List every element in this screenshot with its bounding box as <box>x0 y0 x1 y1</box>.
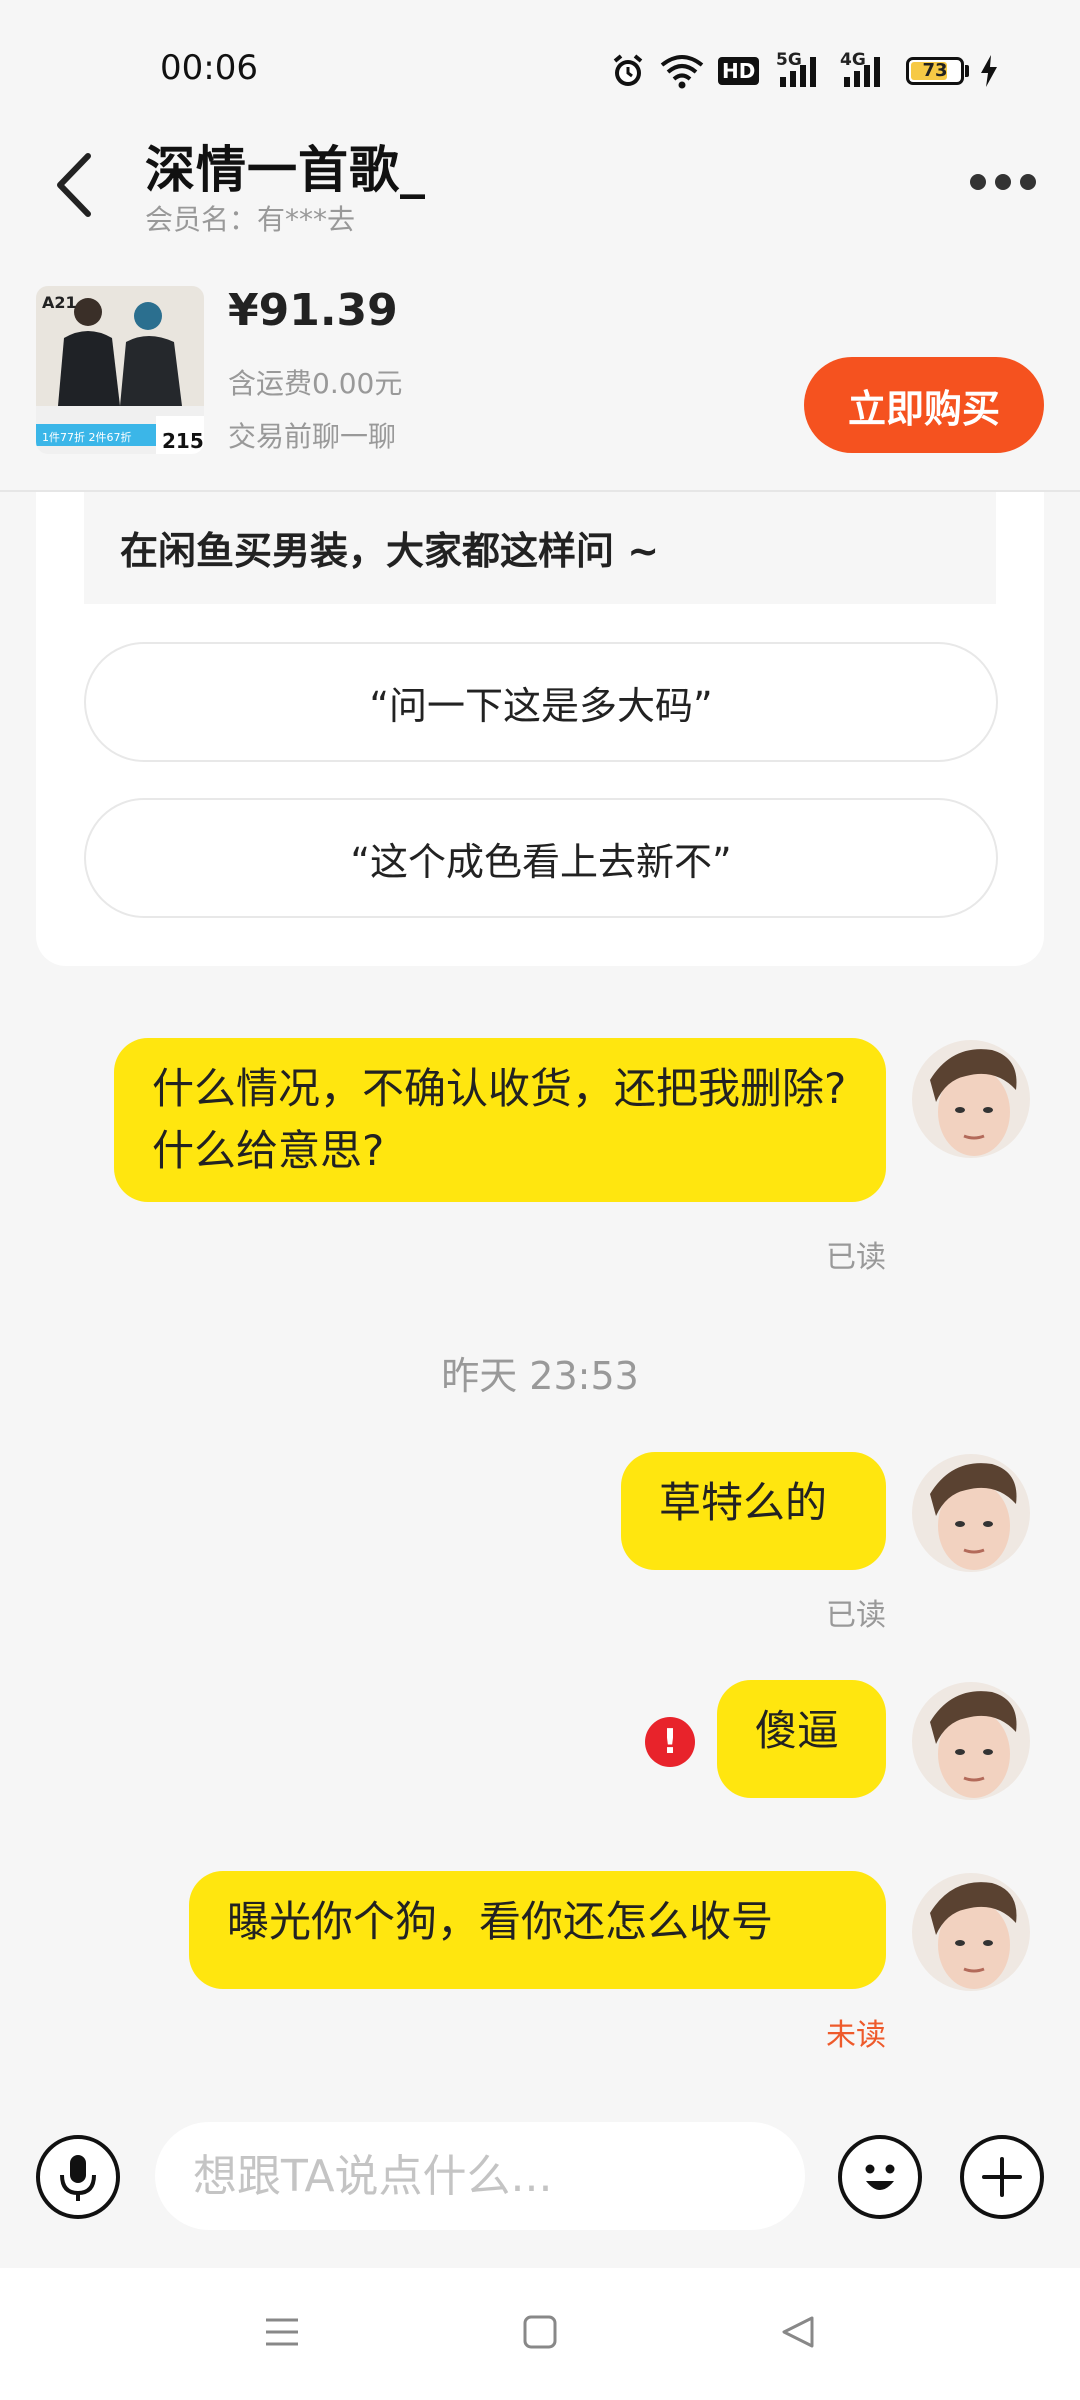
avatar[interactable] <box>912 1873 1030 1991</box>
emoji-button[interactable] <box>838 2135 922 2219</box>
back-button[interactable] <box>52 150 96 220</box>
send-failed-icon[interactable]: ! <box>645 1717 695 1767</box>
buy-now-button[interactable]: 立即购买 <box>804 357 1044 453</box>
dot-icon <box>1020 174 1036 190</box>
menu-nav-button[interactable] <box>262 2312 302 2356</box>
shipping-info: 含运费0.00元 <box>228 367 403 400</box>
back-nav-button[interactable] <box>778 2312 818 2356</box>
price-tag-text: 215 <box>162 429 204 453</box>
message-input[interactable] <box>155 2122 805 2230</box>
avatar[interactable] <box>912 1682 1030 1800</box>
product-image[interactable]: A21 1件77折 2件67折 215 <box>36 286 204 454</box>
battery-icon: 73 <box>906 52 969 90</box>
microphone-icon <box>60 2155 96 2201</box>
voice-input-button[interactable] <box>36 2135 120 2219</box>
emoji-icon <box>865 2164 895 2190</box>
wifi-icon <box>660 52 704 90</box>
message-bubble[interactable]: 什么情况，不确认收货，还把我删除?什么给意思? <box>114 1038 886 1202</box>
menu-icon <box>266 2318 298 2346</box>
system-nav-bar <box>0 2268 1080 2400</box>
message-bubble[interactable]: 傻逼 <box>717 1680 886 1798</box>
message-bubble[interactable]: 草特么的 <box>621 1452 886 1570</box>
chat-before-note: 交易前聊一聊 <box>228 420 397 453</box>
suggestion-condition-button[interactable]: “这个成色看上去新不” <box>84 798 998 918</box>
message-bubble[interactable]: 曝光你个狗，看你还怎么收号 <box>189 1871 886 1989</box>
dot-icon <box>995 174 1011 190</box>
avatar[interactable] <box>912 1040 1030 1158</box>
read-status: 已读 <box>826 1240 886 1275</box>
more-actions-button[interactable] <box>960 2135 1044 2219</box>
chat-title: 深情一首歌_ <box>145 141 426 199</box>
dot-icon <box>970 174 986 190</box>
read-status: 已读 <box>826 1598 886 1633</box>
timestamp: 昨天 23:53 <box>441 1354 639 1398</box>
signal-4g-icon: 4G <box>840 50 890 90</box>
suggestion-size-button[interactable]: “问一下这是多大码” <box>84 642 998 762</box>
brand-text: A21 <box>42 293 77 312</box>
back-triangle-icon <box>782 2316 814 2348</box>
alarm-icon <box>610 52 646 90</box>
status-time: 00:06 <box>160 48 258 88</box>
hd-icon: HD <box>718 52 760 90</box>
promo-text: 1件77折 2件67折 <box>42 430 132 444</box>
avatar[interactable] <box>912 1454 1030 1572</box>
unread-status: 未读 <box>826 2018 886 2053</box>
chevron-left-icon <box>57 153 91 217</box>
plus-icon <box>982 2157 1022 2197</box>
home-square-icon <box>523 2315 557 2349</box>
suggestions-title: 在闲鱼买男装，大家都这样问 ~ <box>120 529 660 573</box>
signal-5g-icon: 5G <box>776 50 826 90</box>
member-name: 会员名：有***去 <box>145 203 356 236</box>
home-nav-button[interactable] <box>520 2312 560 2356</box>
more-options-button[interactable] <box>970 174 1036 194</box>
charging-icon <box>978 52 1000 90</box>
product-price: ¥91.39 <box>228 285 398 336</box>
